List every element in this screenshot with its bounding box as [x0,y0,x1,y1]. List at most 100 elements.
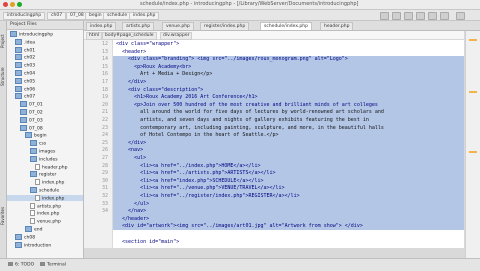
folder-icon [20,124,27,131]
tab-header[interactable]: header.php [320,22,354,30]
code-line[interactable]: <div id="artwork"><img src="../images/ar… [116,223,363,229]
tree-file-item[interactable]: index.php [7,194,83,201]
project-tool-tab[interactable]: Project [0,27,6,55]
nav-crumb[interactable]: schedule [103,12,132,20]
line-number: 27 [101,155,108,161]
tab-index[interactable]: index.php [86,22,117,30]
tree-file-item[interactable]: artists.php [7,202,83,209]
tree-folder-item[interactable]: ch05 [7,77,83,84]
help-icon[interactable] [456,12,465,20]
favorites-tool-tab[interactable]: Favorites [0,201,6,231]
tree-folder-item[interactable]: .idea [7,38,83,45]
tree-file-item[interactable]: index.php [7,210,83,217]
run-config-icon[interactable] [380,12,389,20]
breadcrumb-item[interactable]: div.wrapper [160,32,193,40]
code-line[interactable]: </header> [116,216,149,222]
code-line[interactable]: of Hotel Contempo in the heart of Seattl… [116,132,278,138]
nav-crumb[interactable]: introducingphp [3,12,46,20]
code-line[interactable]: <li><a href="../index.php">HOME</a></li> [116,163,260,169]
tree-folder-item[interactable]: begin [7,132,83,139]
code-line[interactable]: contemporary art, including painting, sc… [116,125,384,131]
text-selection [113,56,464,230]
tree-folder-item[interactable]: 07_03 [7,116,83,123]
debug-icon[interactable] [404,12,413,20]
code-line[interactable]: <li><a href="../venue.php">VENUE/TRAVEL<… [116,185,285,191]
tree-folder-item[interactable]: 07_01 [7,101,83,108]
line-number: 29 [101,170,108,177]
code-line[interactable]: <li><a href="../register/index.php">REGI… [116,193,300,199]
tree-folder-item[interactable]: end [7,226,83,233]
code-line[interactable]: <div class="branding"> <img src="../imag… [116,56,348,62]
code-line[interactable]: <header> [116,49,146,55]
warning-mark[interactable] [469,151,477,153]
folder-icon [15,38,22,45]
tree-folder-item[interactable]: ch07 [7,93,83,100]
tree-folder-item[interactable]: ch08 [7,233,83,240]
code-line[interactable]: <section id="main"> [116,239,179,245]
minimize-window-button[interactable] [10,2,15,7]
project-panel-header[interactable]: Project Files [7,21,83,30]
tree-file-item[interactable]: index.php [7,179,83,186]
code-line[interactable]: </nav> [116,208,146,214]
tree-item-label: introduction [24,243,52,249]
code-line[interactable]: all around the world for five days of le… [116,109,384,115]
tree-folder-item[interactable]: introduction [7,241,83,249]
tree-folder-item[interactable]: ch02 [7,54,83,61]
line-number: 33 [101,200,108,207]
tree-folder-item[interactable]: 07_02 [7,109,83,116]
tree-item-label: 07_01 [29,102,43,108]
tree-folder-item[interactable]: register [7,171,83,178]
breadcrumb-item[interactable]: html [86,32,103,40]
tree-folder-item[interactable]: introducingphp [7,31,83,38]
tab-venue[interactable]: venue.php [162,22,194,30]
tree-folder-item[interactable]: css [7,140,83,147]
code-line[interactable]: <p>Join over 500 hundred of the most cre… [116,102,378,108]
stop-icon[interactable] [416,12,425,20]
tree-item-label: begin [34,133,47,139]
code-line[interactable]: <h1>Roux Academy 2016 Art Conference</h1… [116,94,257,100]
tree-item-label: register [39,172,57,178]
tree-folder-item[interactable]: ch03 [7,62,83,69]
tree-folder-item[interactable]: ch01 [7,46,83,53]
code-line[interactable]: <li><a href="../artists.php">ARTISTS</a>… [116,170,275,176]
code-line[interactable]: <nav> [116,147,143,153]
code-line[interactable]: </div> [116,140,146,146]
tree-folder-item[interactable]: images [7,148,83,155]
code-line[interactable]: artists, and seven days and nights of ga… [116,117,369,123]
code-line[interactable]: </div> [116,79,146,85]
search-icon[interactable] [440,12,449,20]
tree-folder-item[interactable]: schedule [7,187,83,194]
tab-register-index[interactable]: register/index.php [200,22,250,30]
tree-file-item[interactable]: venue.php [7,218,83,225]
code-line[interactable]: <p>Roux Academy<br> [116,64,191,70]
line-number: 19 [101,94,108,101]
zoom-window-button[interactable] [17,2,22,7]
tree-file-item[interactable]: header.php [7,163,83,170]
close-window-button[interactable] [3,2,8,7]
tree-folder-item[interactable]: includes [7,155,83,162]
terminal-tool-button[interactable]: Terminal [40,262,66,268]
line-number: 16 [101,71,108,78]
tab-artists[interactable]: artists.php [122,22,155,30]
tree-folder-item[interactable]: ch06 [7,85,83,92]
todo-icon [8,262,13,266]
todo-tool-button[interactable]: 6: TODO [8,262,34,268]
breadcrumb-item[interactable]: body#page_schedule [102,32,157,40]
warning-mark[interactable] [469,91,477,93]
tree-folder-item[interactable]: ch04 [7,70,83,77]
code-line[interactable]: <li><a href="index.php">SCHEDULE</a></li… [116,178,263,184]
php-file-icon [30,202,35,209]
warning-mark[interactable] [469,39,477,41]
tab-schedule-index[interactable]: schedule/index.php [260,22,312,30]
nav-crumb[interactable]: index.php [129,12,160,20]
code-line[interactable]: <div class="description"> [116,87,203,93]
code-line[interactable]: <ul> [116,155,146,161]
code-line[interactable]: <div class="wrapper"> [116,41,179,47]
nav-crumb[interactable]: ch07 [47,12,67,20]
tree-folder-item[interactable]: 07_08 [7,124,83,131]
run-icon[interactable] [392,12,401,20]
settings-icon[interactable] [428,12,437,20]
structure-tool-tab[interactable]: Structure [0,61,6,93]
code-line[interactable]: </ul> [116,201,149,207]
code-line[interactable]: Art + Media + Design</p> [116,71,212,77]
